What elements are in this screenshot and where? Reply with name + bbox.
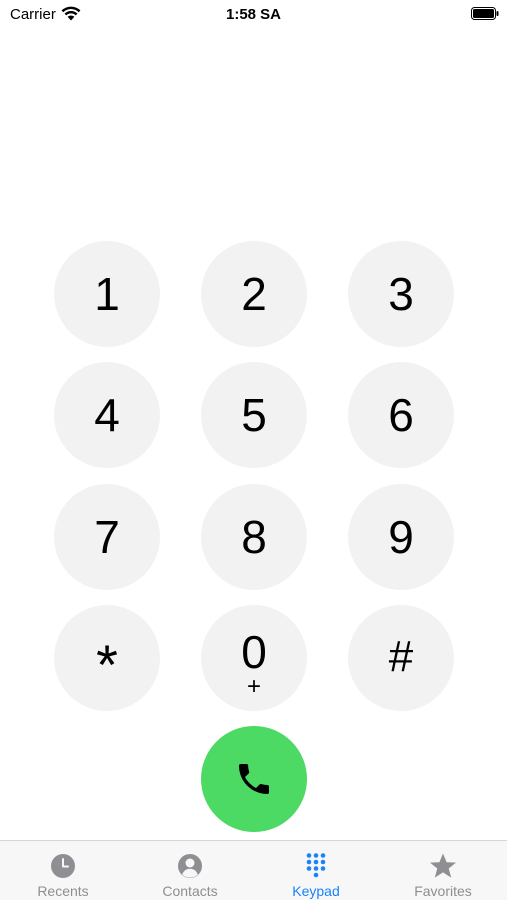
key-4[interactable]: 4 (54, 362, 160, 468)
key-6[interactable]: 6 (348, 362, 454, 468)
tab-label: Contacts (162, 883, 218, 899)
phone-icon (239, 764, 269, 794)
key-hash[interactable]: # (348, 605, 454, 711)
key-digit: 2 (241, 268, 267, 320)
key-digit: 6 (388, 389, 414, 441)
key-2[interactable]: 2 (201, 241, 307, 347)
key-digit: 4 (94, 389, 120, 441)
tab-label: Recents (37, 883, 89, 899)
key-0[interactable]: 0 + (201, 605, 307, 711)
person-circle-icon (178, 854, 202, 878)
key-digit: 7 (94, 511, 120, 563)
tab-label: Favorites (414, 883, 472, 899)
key-7[interactable]: 7 (54, 484, 160, 590)
key-digit: 0 (241, 626, 267, 678)
tab-label: Keypad (292, 883, 340, 899)
tab-bar: Recents Contacts Keypad Favorites (0, 840, 507, 900)
key-digit: 1 (94, 268, 120, 320)
key-digit: * (96, 633, 118, 696)
key-9[interactable]: 9 (348, 484, 454, 590)
keypad: 1 2 3 4 5 6 7 8 9 * 0 + # (0, 0, 507, 840)
key-digit: 8 (241, 511, 267, 563)
key-5[interactable]: 5 (201, 362, 307, 468)
key-8[interactable]: 8 (201, 484, 307, 590)
key-star[interactable]: * (54, 605, 160, 711)
tab-favorites[interactable]: Favorites (380, 841, 506, 900)
key-digit: 5 (241, 389, 267, 441)
key-digit: 3 (388, 268, 414, 320)
call-button[interactable] (201, 726, 307, 832)
key-digit: # (388, 632, 414, 681)
key-3[interactable]: 3 (348, 241, 454, 347)
tab-keypad[interactable]: Keypad (253, 841, 379, 900)
key-sub-label: + (246, 673, 261, 700)
key-1[interactable]: 1 (54, 241, 160, 347)
key-digit: 9 (388, 511, 414, 563)
tab-recents[interactable]: Recents (0, 841, 126, 900)
tab-contacts[interactable]: Contacts (127, 841, 253, 900)
keypad-grid-icon (306, 853, 326, 878)
clock-icon (51, 854, 75, 878)
star-icon (430, 853, 456, 878)
